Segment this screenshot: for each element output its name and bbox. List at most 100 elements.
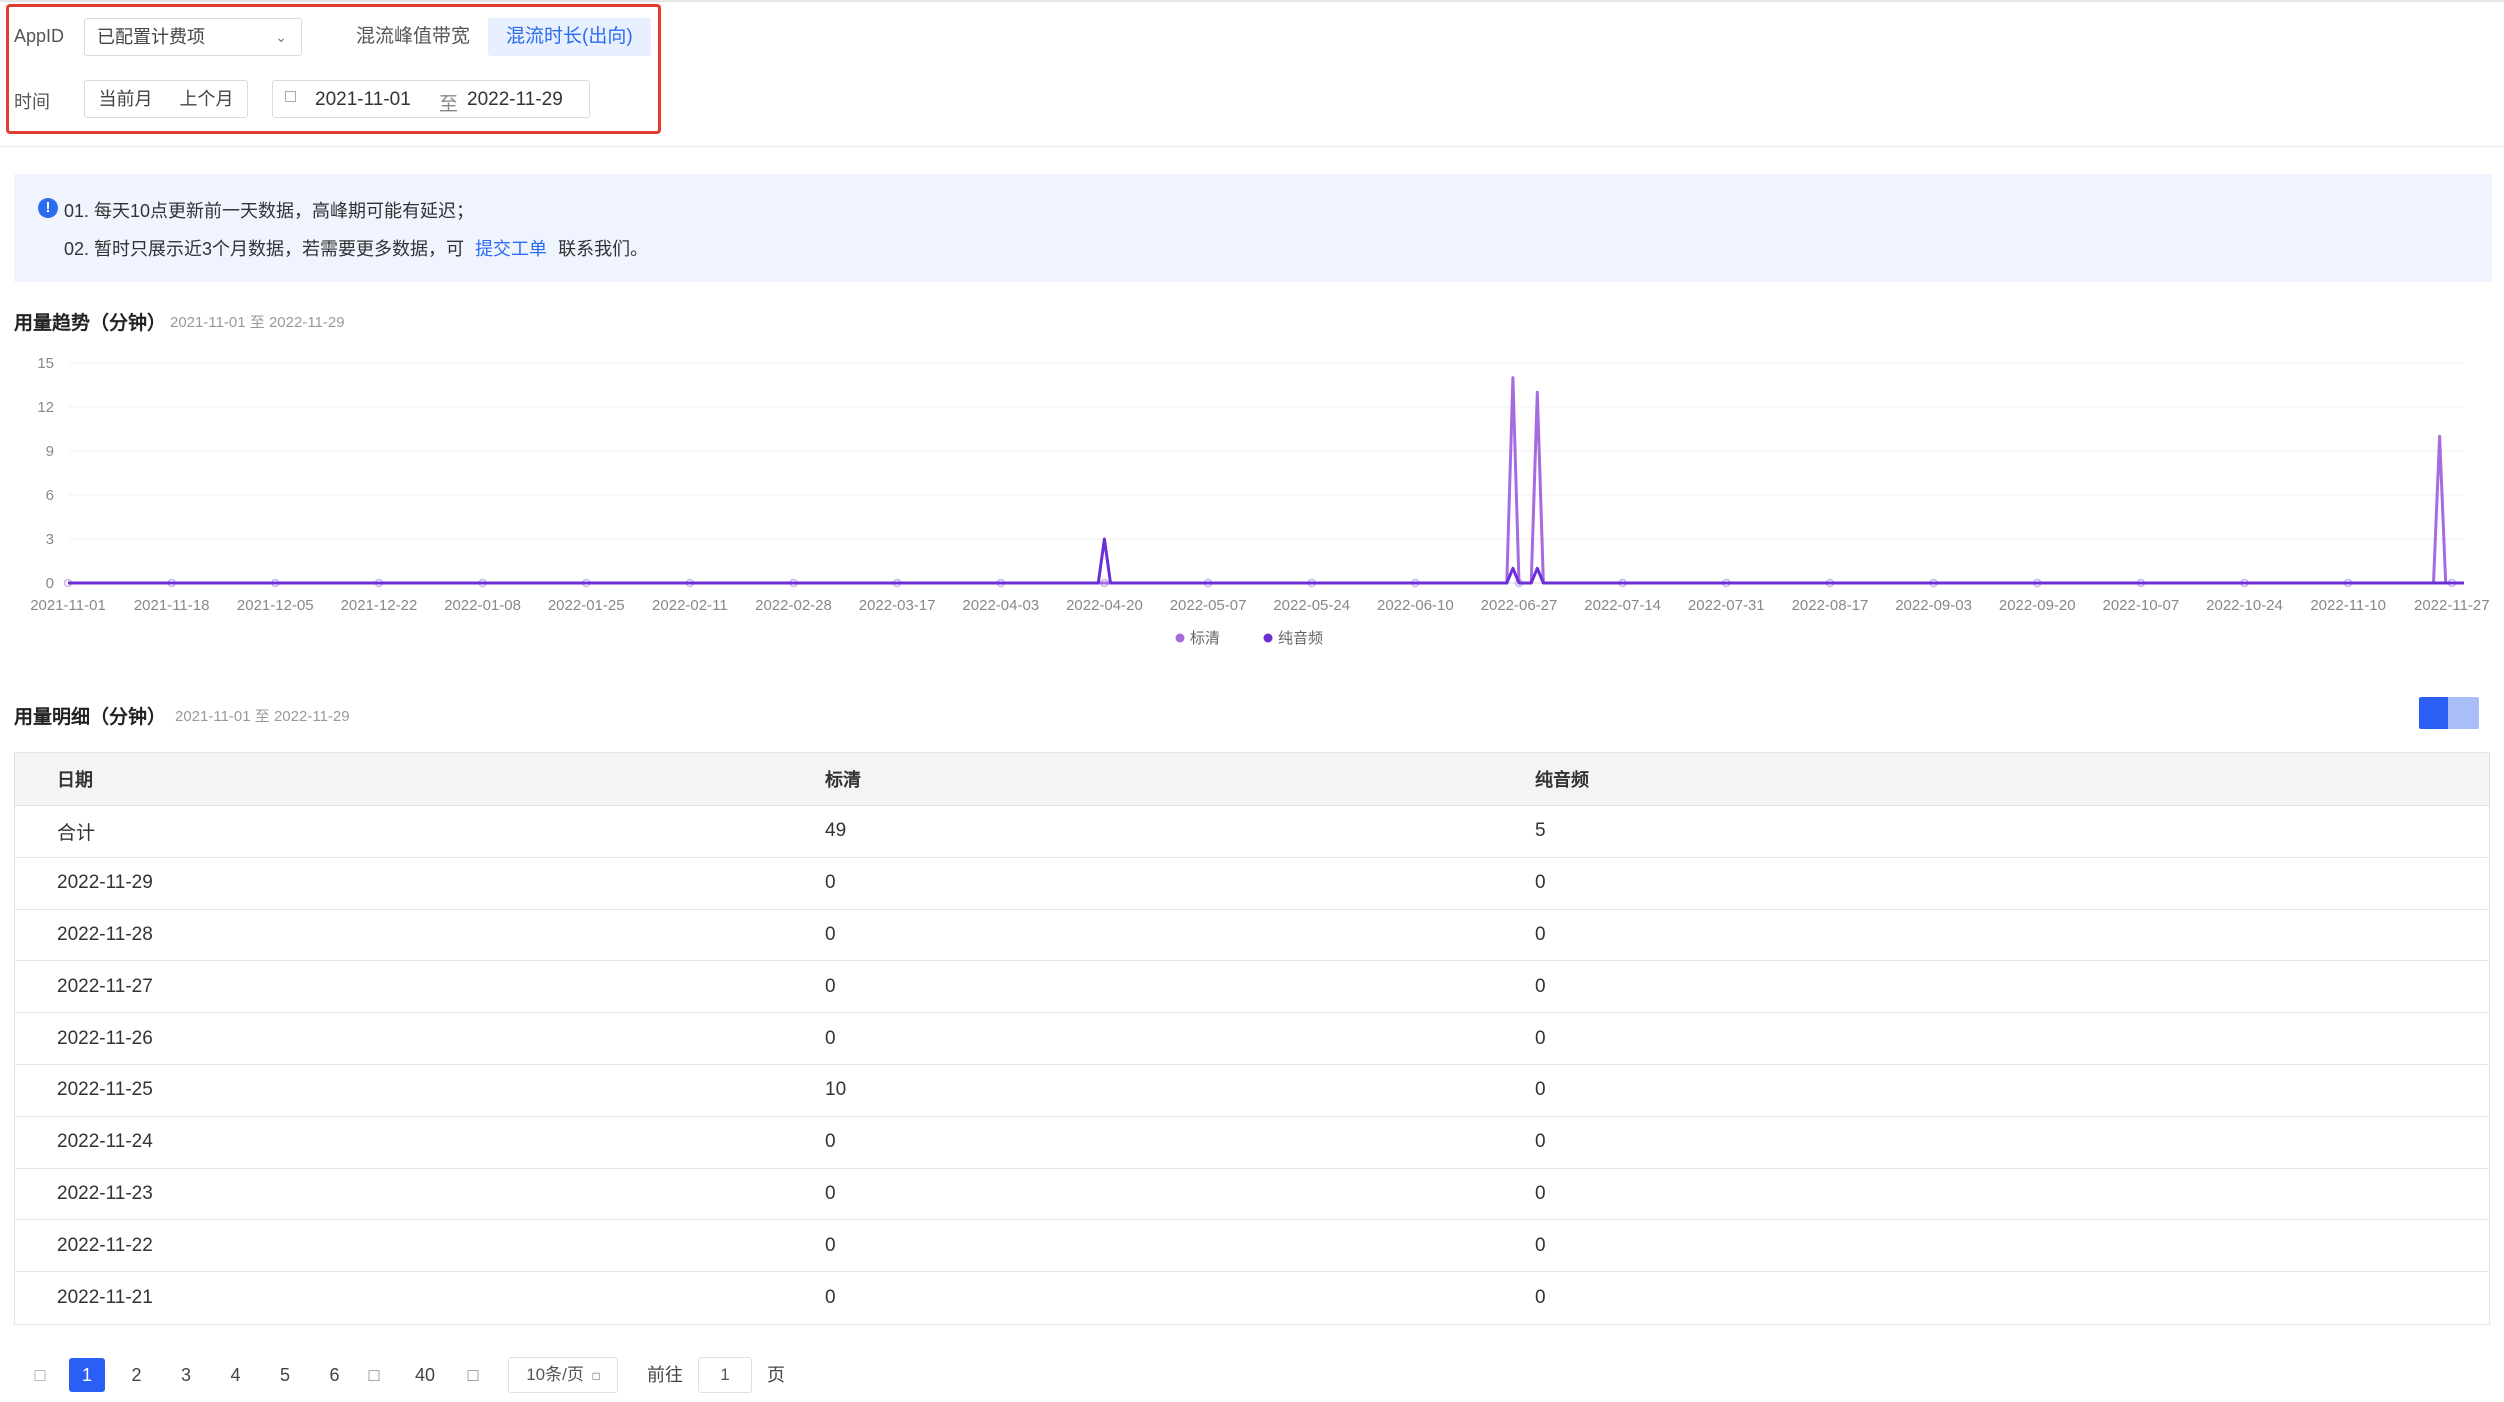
legend-label: 纯音频 xyxy=(1278,630,1323,647)
x-tick-label: 2022-05-07 xyxy=(1170,597,1247,614)
x-tick-label: 2021-12-05 xyxy=(237,597,314,614)
x-tick-label: 2022-10-24 xyxy=(2206,597,2283,614)
prev-page-button[interactable]: □ xyxy=(28,1358,52,1392)
appid-select-value: 已配置计费项 xyxy=(97,27,205,47)
cell-date: 2022-11-22 xyxy=(57,1234,153,1256)
cell-audio: 0 xyxy=(1535,1287,1546,1309)
x-tick-label: 2021-11-01 xyxy=(30,597,106,614)
x-tick-label: 2022-05-24 xyxy=(1273,597,1350,614)
cell-date: 2022-11-21 xyxy=(57,1287,153,1309)
top-border xyxy=(0,0,2504,2)
table-row: 2022-11-24 0 0 xyxy=(15,1117,2489,1169)
notice-line-2: 02. 暂时只展示近3个月数据，若需要更多数据，可 提交工单 联系我们。 xyxy=(64,235,648,261)
table-header: 日期 标清 纯音频 xyxy=(15,753,2489,806)
cell-standard: 0 xyxy=(825,1131,836,1153)
table-row: 2022-11-21 0 0 xyxy=(15,1272,2489,1324)
cell-standard: 49 xyxy=(825,820,847,842)
chevron-down-icon: ⌄ xyxy=(275,29,287,45)
filter-divider xyxy=(0,146,2504,147)
x-tick-label: 2022-01-08 xyxy=(444,597,521,614)
current-month-button[interactable]: 当前月 xyxy=(85,81,166,117)
x-tick-label: 2022-06-10 xyxy=(1377,597,1454,614)
x-tick-label: 2022-09-20 xyxy=(1999,597,2076,614)
date-start[interactable]: 2021-11-01 xyxy=(315,89,411,111)
y-tick-label: 3 xyxy=(46,531,54,548)
y-tick-label: 9 xyxy=(46,443,54,460)
chevron-down-icon: □ xyxy=(592,1369,600,1383)
y-tick-label: 15 xyxy=(37,355,54,372)
table-row: 2022-11-29 0 0 xyxy=(15,858,2489,910)
cell-audio: 0 xyxy=(1535,1027,1546,1049)
appid-label: AppID xyxy=(14,26,65,46)
legend-marker xyxy=(1175,633,1185,643)
legend-marker xyxy=(1263,633,1273,643)
cell-audio: 0 xyxy=(1535,1079,1546,1101)
y-tick-label: 6 xyxy=(46,487,54,504)
detail-title: 用量明细（分钟） xyxy=(14,707,167,728)
page-size-value: 10条/页 xyxy=(526,1365,584,1384)
date-separator: 至 xyxy=(439,94,459,115)
x-tick-label: 2022-11-27 xyxy=(2414,597,2490,614)
cell-audio: 0 xyxy=(1535,1131,1546,1153)
notice-line-2-prefix: 02. 暂时只展示近3个月数据，若需要更多数据，可 xyxy=(64,239,465,259)
cell-standard: 0 xyxy=(825,872,836,894)
cell-standard: 0 xyxy=(825,975,836,997)
header-standard: 标清 xyxy=(825,770,861,790)
goto-page-input[interactable]: 1 xyxy=(698,1357,752,1393)
x-tick-label: 2022-02-11 xyxy=(652,597,728,614)
detail-table: 日期 标清 纯音频 合计 49 5 2022-11-29 0 0 2022-11-28 0 0 2… xyxy=(14,752,2490,1325)
next-page-button[interactable]: □ xyxy=(460,1358,486,1392)
y-tick-label: 0 xyxy=(46,575,54,592)
x-tick-label: 2022-07-31 xyxy=(1688,597,1765,614)
date-end[interactable]: 2022-11-29 xyxy=(467,89,563,111)
table-row: 2022-11-27 0 0 xyxy=(15,961,2489,1014)
tab-mix-duration[interactable]: 混流时长(出向) xyxy=(488,18,651,56)
tab-peak-bandwidth[interactable]: 混流峰值带宽 xyxy=(338,18,489,56)
date-range-picker[interactable]: 2021-11-01 至 2022-11-29 xyxy=(272,80,590,118)
page-3[interactable]: 3 xyxy=(168,1358,204,1392)
cell-audio: 5 xyxy=(1535,820,1546,842)
more-pages-icon[interactable]: □ xyxy=(361,1358,387,1392)
cell-date: 2022-11-24 xyxy=(57,1131,153,1153)
x-tick-label: 2022-04-20 xyxy=(1066,597,1143,614)
table-row: 2022-11-28 0 0 xyxy=(15,910,2489,962)
cell-date: 2022-11-28 xyxy=(57,923,153,945)
cell-standard: 0 xyxy=(825,1027,836,1049)
cell-date: 2022-11-27 xyxy=(57,975,153,997)
cell-audio: 0 xyxy=(1535,975,1546,997)
chart-view-toggle[interactable] xyxy=(2419,697,2448,729)
time-label: 时间 xyxy=(14,92,50,112)
page-last[interactable]: 40 xyxy=(405,1358,445,1392)
cell-audio: 0 xyxy=(1535,1234,1546,1256)
notice-banner xyxy=(14,174,2492,282)
page-4[interactable]: 4 xyxy=(218,1358,254,1392)
page-unit-label: 页 xyxy=(767,1365,785,1385)
cell-audio: 0 xyxy=(1535,872,1546,894)
table-body: 合计 49 5 2022-11-29 0 0 2022-11-28 0 0 2022-11-27 0… xyxy=(15,806,2489,1324)
page-1[interactable]: 1 xyxy=(69,1358,105,1392)
y-tick-label: 12 xyxy=(37,399,54,416)
table-view-toggle[interactable] xyxy=(2448,697,2479,729)
page-2[interactable]: 2 xyxy=(119,1358,155,1392)
cell-standard: 0 xyxy=(825,923,836,945)
x-tick-label: 2022-08-17 xyxy=(1792,597,1869,614)
calendar-icon xyxy=(285,91,296,102)
cell-date: 合计 xyxy=(57,822,96,844)
submit-ticket-link[interactable]: 提交工单 xyxy=(475,239,547,259)
x-tick-label: 2022-02-28 xyxy=(755,597,832,614)
page-6[interactable]: 6 xyxy=(317,1358,353,1392)
quick-range-group: 当前月 上个月 xyxy=(84,80,248,118)
last-month-button[interactable]: 上个月 xyxy=(166,81,247,117)
page-size-select[interactable]: 10条/页 □ xyxy=(508,1357,618,1393)
legend-label: 标清 xyxy=(1190,630,1220,647)
appid-select[interactable]: 已配置计费项 ⌄ xyxy=(84,18,302,56)
trend-date-range: 2021-11-01 至 2022-11-29 xyxy=(170,314,345,331)
series-line-audio xyxy=(68,537,2464,585)
header-audio: 纯音频 xyxy=(1535,770,1589,790)
page-5[interactable]: 5 xyxy=(267,1358,303,1392)
table-row: 2022-11-23 0 0 xyxy=(15,1169,2489,1221)
x-tick-label: 2022-11-10 xyxy=(2310,597,2386,614)
trend-chart: 0 3 6 9 12 15 2021-11-01 2021-11-18 2021-12-05 20… xyxy=(30,355,2490,647)
cell-standard: 0 xyxy=(825,1234,836,1256)
cell-standard: 0 xyxy=(825,1182,836,1204)
